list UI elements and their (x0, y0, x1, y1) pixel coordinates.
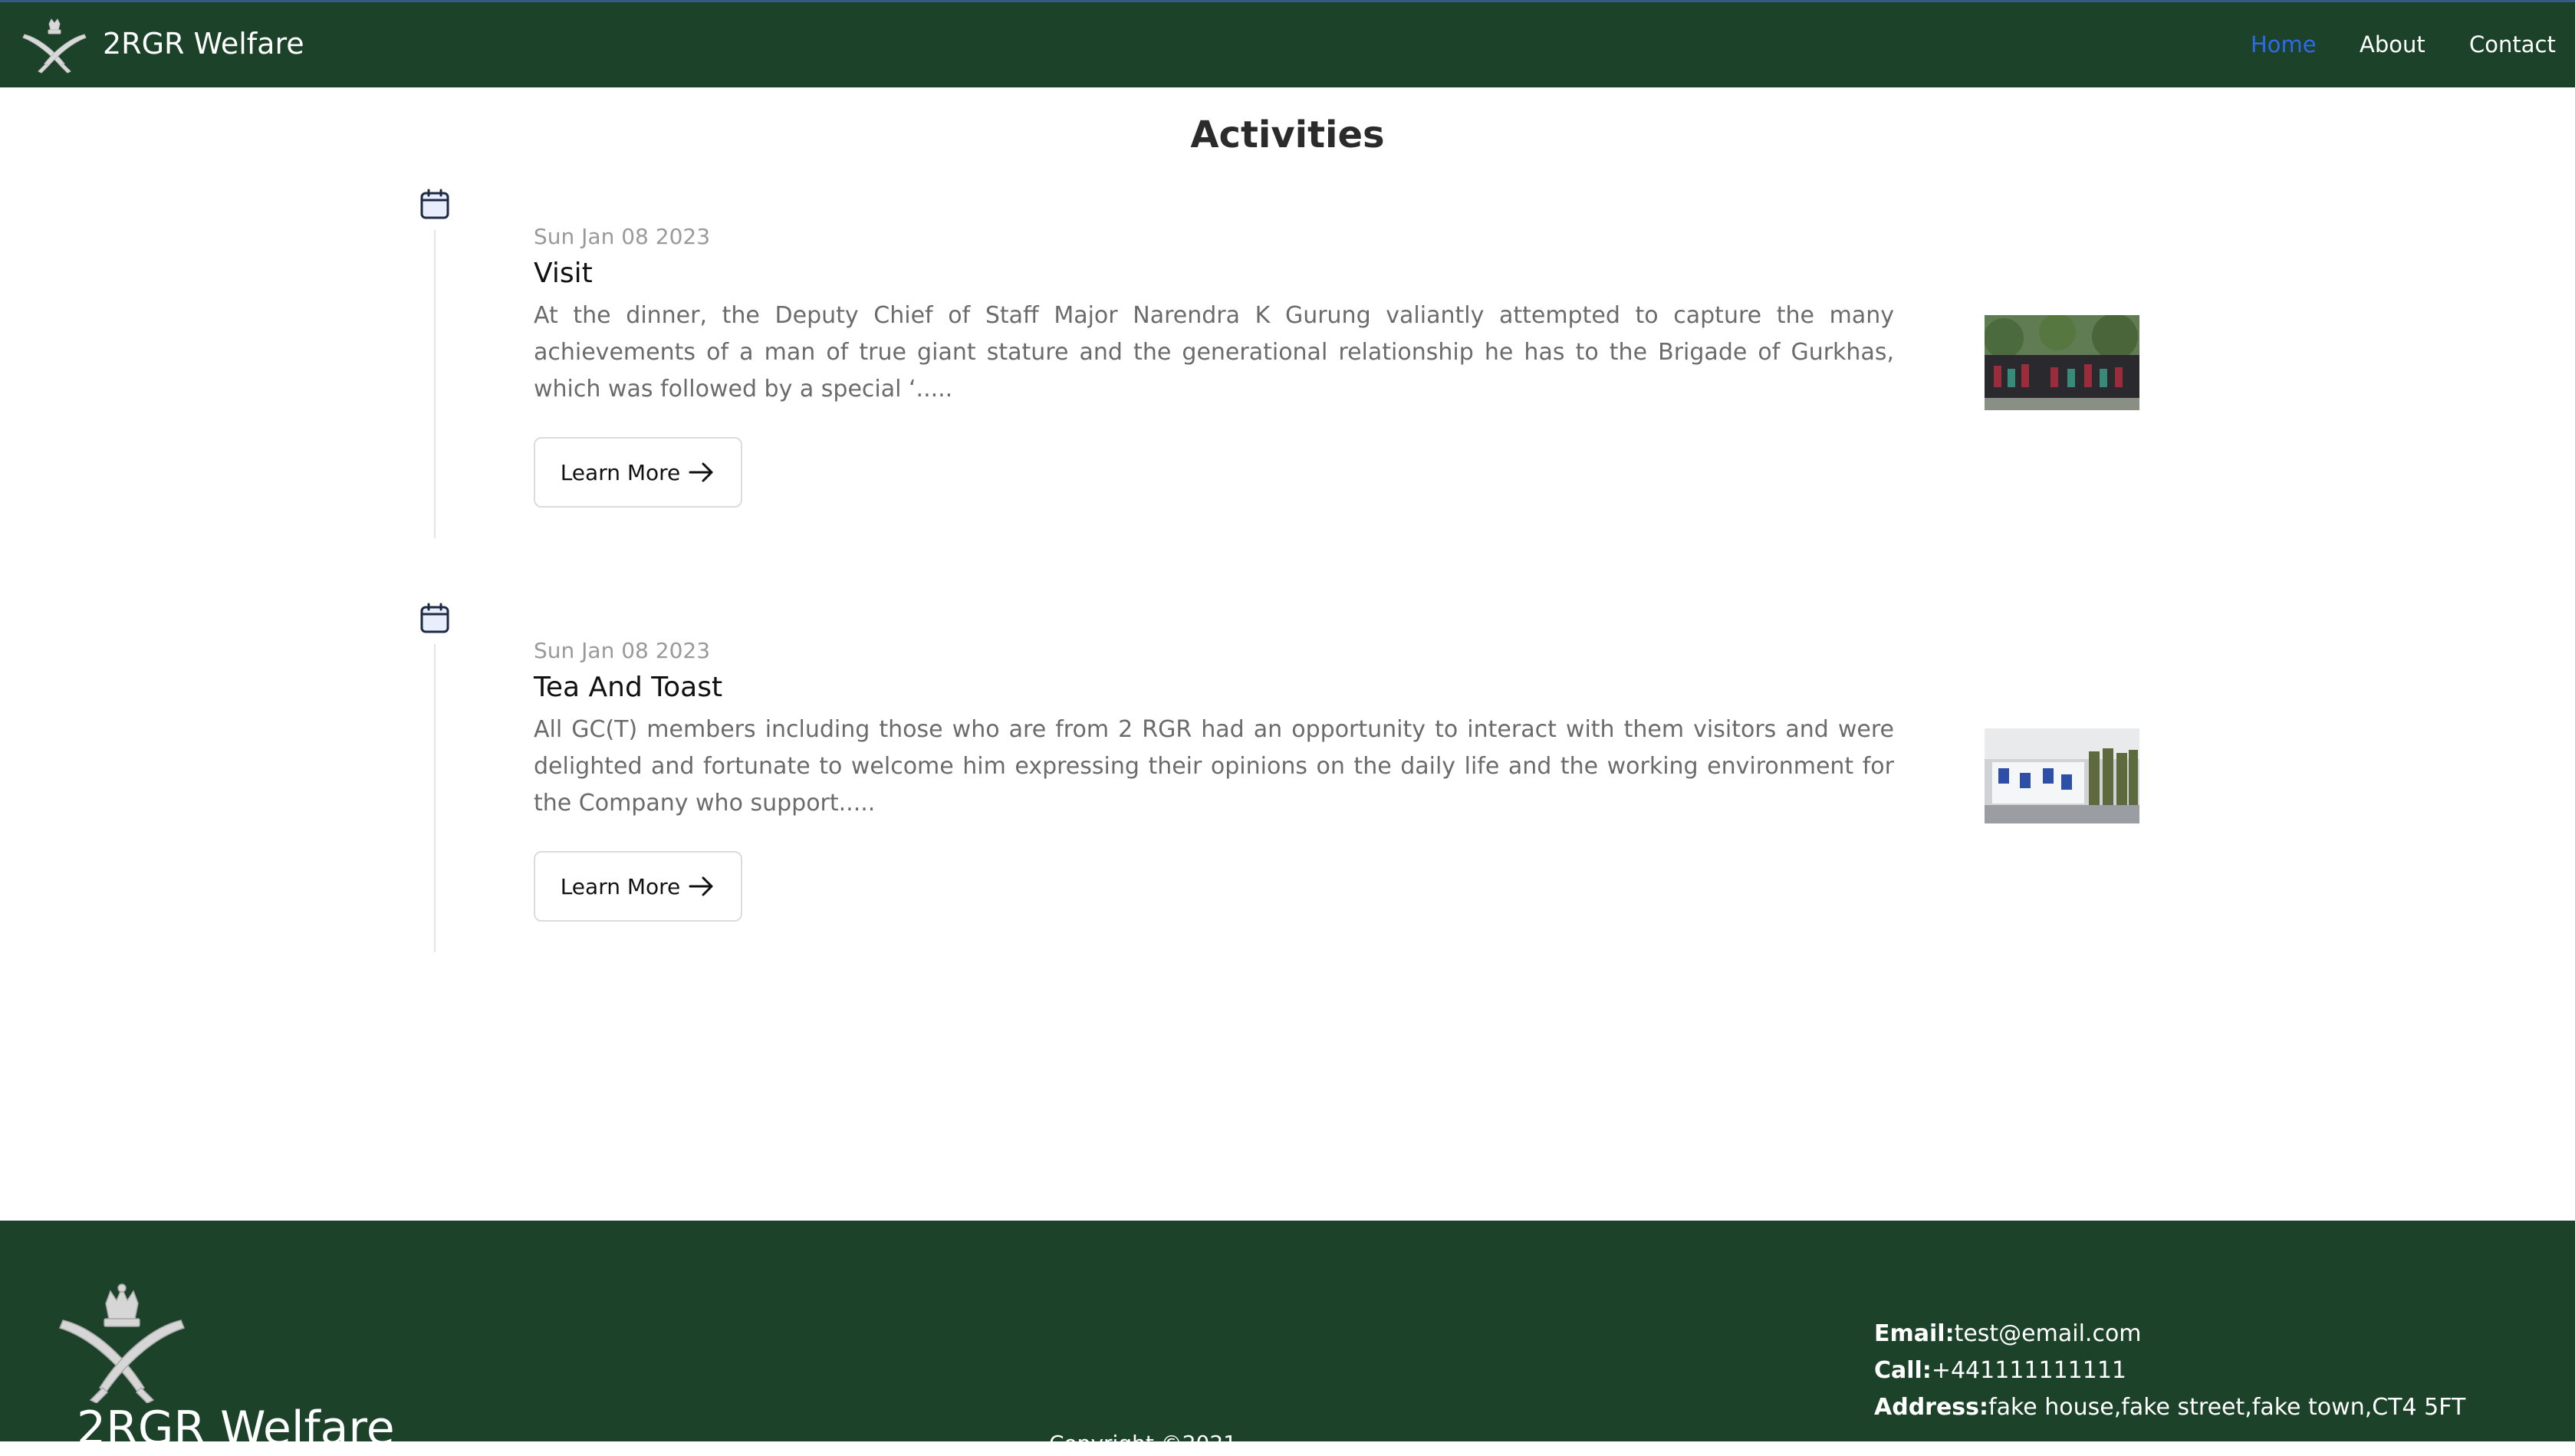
activity-description: At the dinner, the Deputy Chief of Staff… (534, 302, 1894, 403)
learn-more-label: Learn More (560, 459, 681, 485)
call-value[interactable]: +441111111111 (1932, 1357, 2126, 1384)
nav-link-home[interactable]: Home (2251, 31, 2317, 58)
activity-title: Visit (534, 258, 593, 289)
page-title: Activities (1190, 113, 1385, 156)
kukri-crest-logo[interactable] (21, 18, 87, 74)
address-value: fake house,fake street,fake town,CT4 5FT (1988, 1394, 2466, 1421)
footer: 2RGR Welfare Copyright ©2021 Email:test@… (0, 1221, 2575, 1456)
copyright-text: Copyright ©2021 (1049, 1431, 1237, 1456)
activity-thumbnail-image[interactable] (1985, 315, 2139, 410)
learn-more-label: Learn More (560, 873, 681, 899)
navbar: 2RGR Welfare Home About Contact (0, 0, 2575, 87)
activity-title: Tea And Toast (534, 672, 723, 703)
contact-email: Email:test@email.com (1874, 1320, 2142, 1347)
activity-thumbnail-image[interactable] (1985, 728, 2139, 823)
nav-link-about[interactable]: About (2360, 31, 2425, 58)
learn-more-button[interactable]: Learn More (534, 437, 742, 508)
timeline-line (434, 230, 436, 538)
address-label: Address: (1874, 1394, 1989, 1421)
calendar-icon (420, 603, 449, 633)
brand-name[interactable]: 2RGR Welfare (103, 27, 304, 61)
activity-date: Sun Jan 08 2023 (534, 224, 711, 249)
timeline-line (434, 644, 436, 952)
email-value[interactable]: test@email.com (1955, 1320, 2142, 1347)
email-label: Email: (1874, 1320, 1955, 1347)
contact-call: Call:+441111111111 (1874, 1357, 2126, 1384)
arrow-right-icon (689, 876, 713, 896)
activity-date: Sun Jan 08 2023 (534, 638, 711, 663)
arrow-right-icon (689, 462, 713, 482)
nav-link-contact[interactable]: Contact (2469, 31, 2556, 58)
learn-more-button[interactable]: Learn More (534, 851, 742, 922)
footer-brand: 2RGR Welfare (77, 1402, 395, 1455)
calendar-icon (420, 189, 449, 219)
activity-description: All GC(T) members including those who ar… (534, 716, 1894, 817)
call-label: Call: (1874, 1357, 1932, 1384)
contact-address: Address:fake house,fake street,fake town… (1874, 1394, 2465, 1421)
kukri-crest-logo (59, 1283, 185, 1403)
